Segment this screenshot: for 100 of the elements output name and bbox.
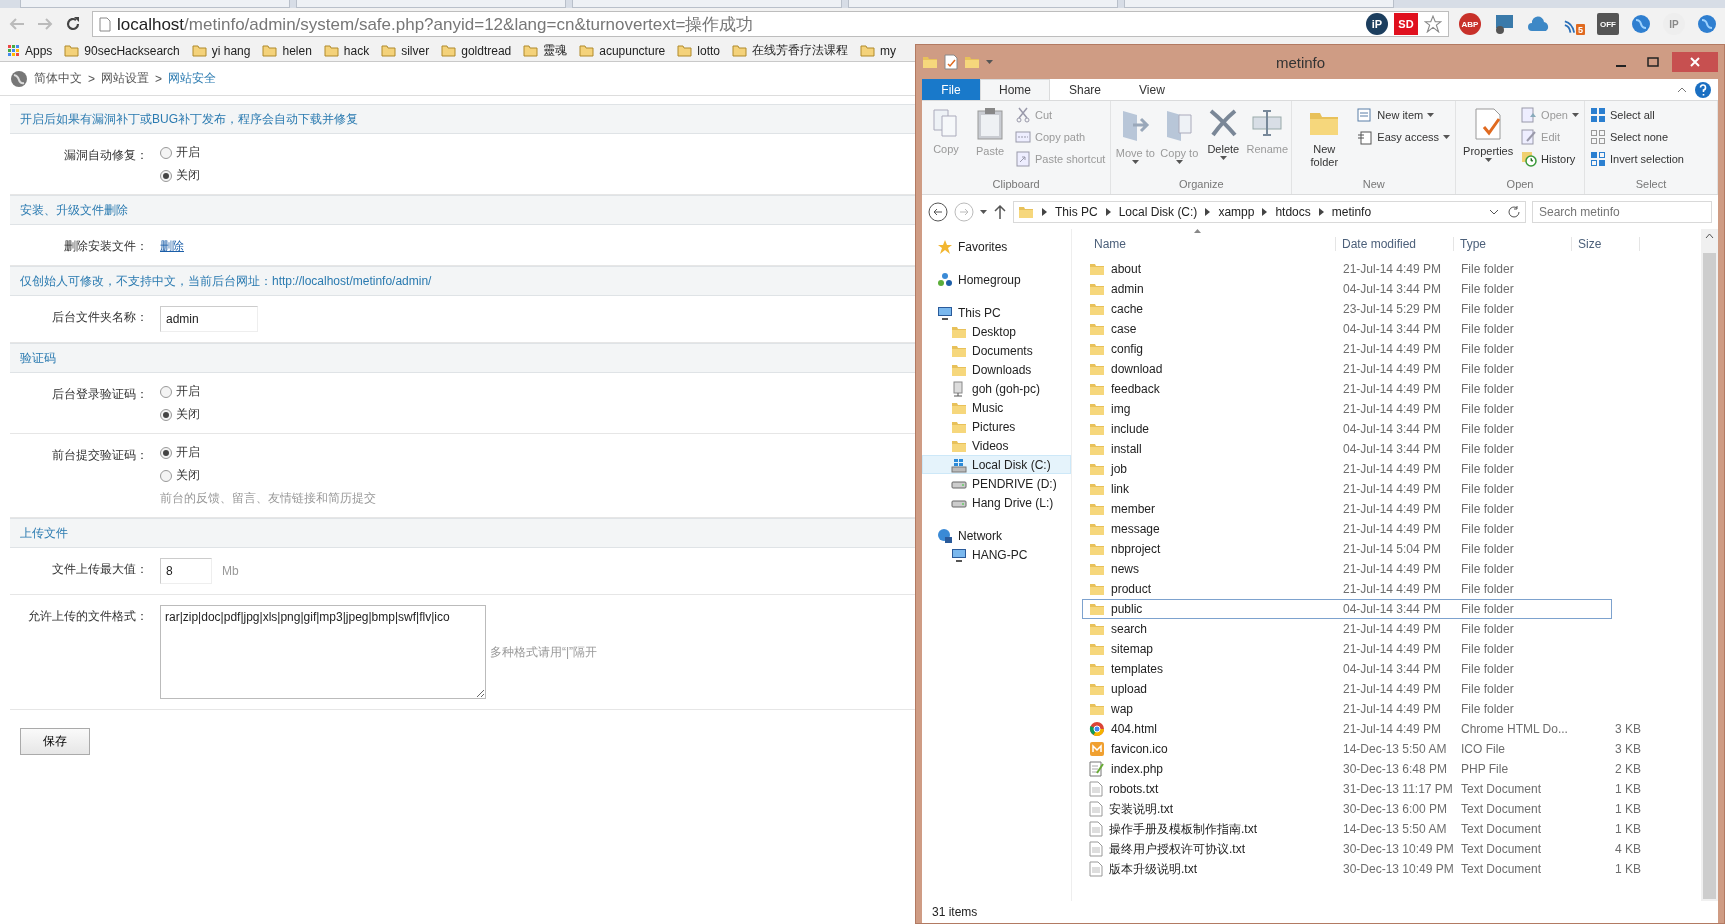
- scrollbar[interactable]: [1701, 229, 1718, 901]
- reload-icon[interactable]: [64, 15, 82, 33]
- bookmark[interactable]: hack: [323, 43, 370, 58]
- globe-icon[interactable]: [1631, 14, 1651, 34]
- search-field[interactable]: Search metinfo: [1532, 201, 1712, 223]
- file-row[interactable]: message 21-Jul-14 4:49 PM File folder: [1082, 519, 1612, 539]
- address-field[interactable]: This PC Local Disk (C:) xampp htdocs metinfo: [1013, 201, 1526, 223]
- nav-item[interactable]: Favorites: [922, 237, 1071, 256]
- file-row[interactable]: admin 04-Jul-14 3:44 PM File folder: [1082, 279, 1612, 299]
- file-row[interactable]: wap 21-Jul-14 4:49 PM File folder: [1082, 699, 1612, 719]
- radio-option[interactable]: 关闭: [160, 467, 376, 484]
- nav-item[interactable]: HANG-PC: [922, 545, 1071, 564]
- bookmark[interactable]: lotto: [677, 43, 720, 58]
- extension-icon[interactable]: iP: [1366, 13, 1388, 35]
- nav-item[interactable]: Hang Drive (L:): [922, 493, 1071, 512]
- file-row[interactable]: search 21-Jul-14 4:49 PM File folder: [1082, 619, 1612, 639]
- nav-item[interactable]: Videos: [922, 436, 1071, 455]
- radio-button[interactable]: [160, 469, 172, 482]
- extension-icon[interactable]: OFF: [1597, 13, 1619, 35]
- nav-item[interactable]: Music: [922, 398, 1071, 417]
- help-icon[interactable]: [1694, 79, 1712, 101]
- bookmark[interactable]: 靈魂: [523, 42, 568, 59]
- close-button[interactable]: [1672, 52, 1718, 72]
- ribbon-tab[interactable]: View: [1120, 79, 1184, 100]
- radio-button[interactable]: [160, 146, 172, 159]
- up-icon[interactable]: [993, 204, 1007, 220]
- ribbon-button[interactable]: Invert selection: [1588, 149, 1686, 169]
- text-area[interactable]: rar|zip|doc|pdf|jpg|xls|png|gif|mp3|jpeg|bmp|swf|flv|ico: [160, 605, 486, 699]
- bookmark[interactable]: 90secHacksearch: [64, 43, 180, 58]
- bookmark[interactable]: silver: [381, 43, 430, 58]
- radio-option[interactable]: 开启: [160, 144, 200, 161]
- radio-button[interactable]: [160, 408, 172, 421]
- bookmark-star-icon[interactable]: [1424, 15, 1442, 33]
- dropdown-icon[interactable]: [1489, 209, 1499, 215]
- text-field[interactable]: 8: [160, 558, 212, 584]
- extension-icon[interactable]: [1493, 13, 1515, 35]
- text-field[interactable]: admin: [160, 306, 258, 332]
- file-row[interactable]: templates 04-Jul-14 3:44 PM File folder: [1082, 659, 1612, 679]
- bookmark[interactable]: helen: [262, 43, 312, 58]
- delete-link[interactable]: 删除: [160, 235, 184, 255]
- properties-icon[interactable]: [944, 54, 958, 70]
- nav-item[interactable]: PENDRIVE (D:): [922, 474, 1071, 493]
- extension-icon[interactable]: SD: [1394, 13, 1418, 35]
- file-row[interactable]: cache 23-Jul-14 5:29 PM File folder: [1082, 299, 1612, 319]
- radio-button[interactable]: [160, 169, 172, 182]
- address-bar[interactable]: localhost/metinfo/admin/system/safe.php?anyid=12&lang=cn&turnovertext=操作成功 iP SD: [92, 11, 1449, 37]
- file-row[interactable]: product 21-Jul-14 4:49 PM File folder: [1082, 579, 1612, 599]
- file-row[interactable]: member 21-Jul-14 4:49 PM File folder: [1082, 499, 1612, 519]
- file-row[interactable]: img 21-Jul-14 4:49 PM File folder: [1082, 399, 1612, 419]
- nav-item[interactable]: This PC: [922, 303, 1071, 322]
- refresh-icon[interactable]: [1507, 205, 1521, 219]
- bookmark[interactable]: yi hang: [191, 43, 251, 58]
- file-row[interactable]: feedback 21-Jul-14 4:49 PM File folder: [1082, 379, 1612, 399]
- ribbon-tab[interactable]: File: [922, 79, 980, 100]
- file-row[interactable]: news 21-Jul-14 4:49 PM File folder: [1082, 559, 1612, 579]
- ribbon-button[interactable]: Select all: [1588, 105, 1686, 125]
- path-segment[interactable]: Local Disk (C:): [1118, 205, 1198, 219]
- column-header[interactable]: Date modified: [1336, 237, 1454, 251]
- path-segment[interactable]: xampp: [1218, 205, 1255, 219]
- file-row[interactable]: include 04-Jul-14 3:44 PM File folder: [1082, 419, 1612, 439]
- nav-item[interactable]: goh (goh-pc): [922, 379, 1071, 398]
- nav-item[interactable]: Pictures: [922, 417, 1071, 436]
- path-segment[interactable]: metinfo: [1331, 205, 1372, 219]
- bookmark[interactable]: 在线芳香疗法课程: [732, 42, 848, 59]
- file-row[interactable]: public 04-Jul-14 3:44 PM File folder: [1082, 599, 1612, 619]
- file-row[interactable]: sitemap 21-Jul-14 4:49 PM File folder: [1082, 639, 1612, 659]
- ribbon-button[interactable]: New item: [1355, 105, 1453, 125]
- cloud-icon[interactable]: [1527, 16, 1551, 32]
- ribbon-tab[interactable]: Share: [1050, 79, 1121, 100]
- breadcrumb-link[interactable]: 简体中文: [34, 70, 82, 87]
- bookmark[interactable]: Apps: [8, 43, 53, 58]
- file-row[interactable]: install 04-Jul-14 3:44 PM File folder: [1082, 439, 1612, 459]
- breadcrumb-link[interactable]: 网站安全: [168, 70, 217, 87]
- nav-item[interactable]: Documents: [922, 341, 1071, 360]
- radio-button[interactable]: [160, 446, 172, 459]
- back-icon[interactable]: [928, 202, 948, 222]
- forward-icon[interactable]: [954, 202, 974, 222]
- nav-item[interactable]: Local Disk (C:): [922, 455, 1071, 474]
- ribbon-button[interactable]: History: [1519, 149, 1581, 169]
- globe-icon[interactable]: [1697, 14, 1717, 34]
- extension-icon[interactable]: ABP: [1459, 13, 1481, 35]
- breadcrumb-link[interactable]: 网站设置: [101, 70, 149, 87]
- column-header[interactable]: Size: [1572, 237, 1640, 251]
- path-segment[interactable]: This PC: [1055, 205, 1098, 219]
- nav-item[interactable]: Desktop: [922, 322, 1071, 341]
- radio-option[interactable]: 关闭: [160, 167, 200, 184]
- bookmark[interactable]: goldtread: [441, 43, 512, 58]
- nav-item[interactable]: Network: [922, 526, 1071, 545]
- radio-option[interactable]: 开启: [160, 383, 200, 400]
- file-row[interactable]: upload 21-Jul-14 4:49 PM File folder: [1082, 679, 1612, 699]
- bookmark[interactable]: my: [860, 43, 896, 58]
- radio-option[interactable]: 关闭: [160, 406, 200, 423]
- file-row[interactable]: job 21-Jul-14 4:49 PM File folder: [1082, 459, 1612, 479]
- radio-button[interactable]: [160, 385, 172, 398]
- column-header[interactable]: Type: [1454, 237, 1572, 251]
- nav-item[interactable]: Homegroup: [922, 270, 1071, 289]
- ribbon-tab[interactable]: Home: [980, 79, 1050, 100]
- scroll-up-icon[interactable]: [1705, 233, 1714, 239]
- radio-option[interactable]: 开启: [160, 444, 376, 461]
- path-segment[interactable]: htdocs: [1275, 205, 1311, 219]
